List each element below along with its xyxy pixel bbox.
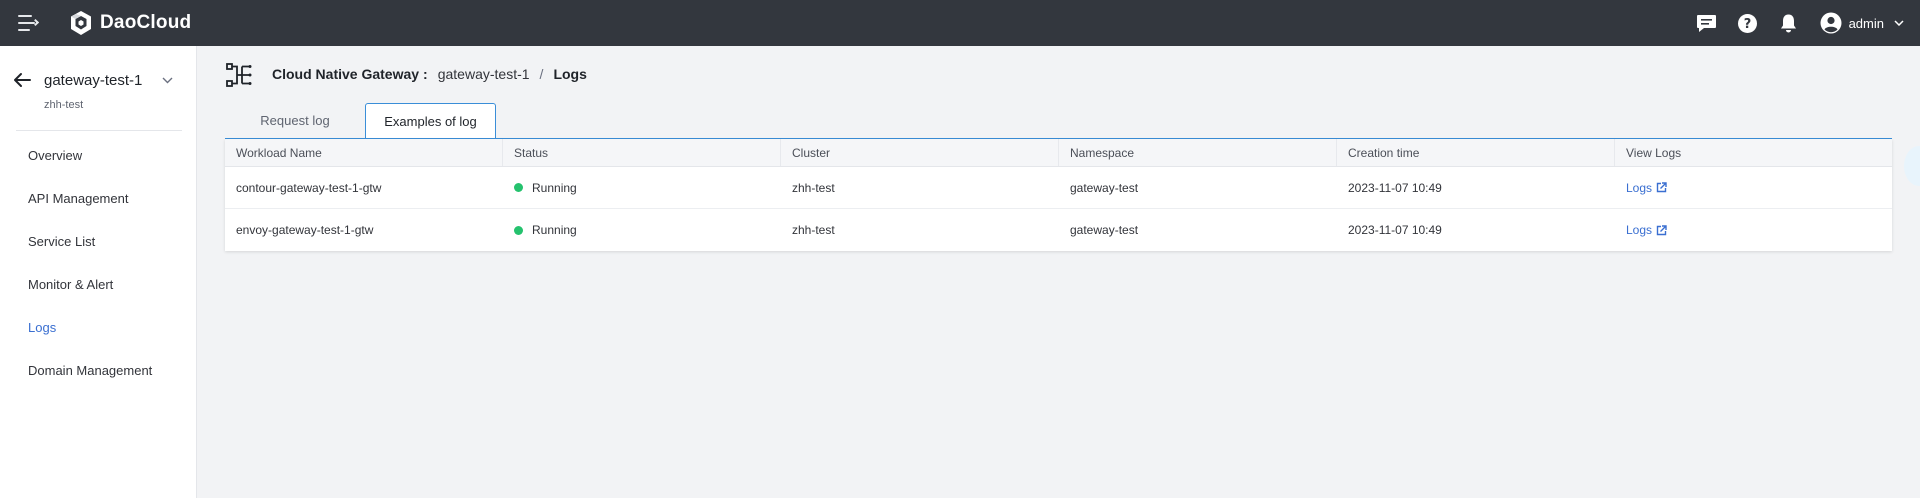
column-header-workload-name: Workload Name	[225, 139, 503, 166]
column-header-status: Status	[503, 139, 781, 166]
cell-workload-name: contour-gateway-test-1-gtw	[236, 180, 382, 195]
column-header-view-logs: View Logs	[1626, 146, 1682, 160]
external-link-icon	[1656, 224, 1667, 235]
gateway-workspace: zhh-test	[44, 99, 84, 111]
table-row: envoy-gateway-test-1-gtw Running zhh-tes…	[225, 209, 1892, 251]
workload-table: Workload Name Status Cluster Namespace C…	[225, 139, 1892, 251]
sidebar-item-domain-management[interactable]: Domain Management	[0, 349, 197, 392]
chevron-down-icon[interactable]	[162, 77, 173, 84]
tab-request-log[interactable]: Request log	[225, 103, 365, 139]
breadcrumb-colon: :	[423, 66, 428, 82]
breadcrumb-current: Logs	[553, 66, 587, 82]
floating-assistant-handle[interactable]	[1904, 146, 1920, 186]
column-header-creation-time: Creation time	[1337, 139, 1615, 166]
cell-namespace: gateway-test	[1070, 223, 1139, 237]
cell-status: Running	[503, 167, 781, 208]
gateway-name: gateway-test-1	[44, 71, 143, 89]
svg-text:?: ?	[1744, 17, 1752, 32]
breadcrumb-gateway-link[interactable]: gateway-test-1	[438, 66, 530, 82]
view-logs-label: Logs	[1626, 180, 1653, 195]
breadcrumb-separator: /	[539, 66, 544, 82]
cell-status: Running	[503, 209, 781, 251]
breadcrumb: Cloud Native Gateway : gateway-test-1 / …	[272, 66, 587, 82]
cell-view-logs: Logs	[1615, 167, 1892, 208]
status-running-dot	[514, 183, 523, 192]
status-text: Running	[532, 180, 577, 195]
sidebar-item-logs[interactable]: Logs	[0, 306, 197, 349]
daocloud-logo-icon	[71, 11, 91, 35]
table-header: Workload Name Status Cluster Namespace C…	[225, 139, 1892, 167]
view-logs-label: Logs	[1626, 223, 1653, 237]
user-avatar-icon	[1820, 12, 1842, 34]
sidebar-item-service-list[interactable]: Service List	[0, 220, 197, 263]
column-header-namespace: Namespace	[1059, 139, 1337, 166]
cell-workload-name: envoy-gateway-test-1-gtw	[236, 223, 374, 237]
top-bar: DaoCloud ? admin	[0, 0, 1920, 46]
view-logs-link[interactable]: Logs	[1626, 209, 1667, 251]
gateway-module-icon	[226, 63, 252, 87]
cell-creation-time: 2023-11-07 10:49	[1348, 180, 1442, 195]
status-running-dot	[514, 225, 523, 235]
external-link-icon	[1656, 182, 1667, 193]
message-icon[interactable]	[1695, 11, 1719, 35]
brand-name: DaoCloud	[100, 12, 192, 33]
table-row: contour-gateway-test-1-gtw Running zhh-t…	[225, 167, 1892, 209]
cell-namespace: gateway-test	[1070, 180, 1139, 195]
user-menu[interactable]: admin	[1820, 12, 1904, 34]
cell-creation-time: 2023-11-07 10:49	[1348, 223, 1442, 237]
breadcrumb-module: Cloud Native Gateway	[272, 66, 420, 82]
help-icon[interactable]: ?	[1736, 11, 1760, 35]
back-arrow-icon[interactable]	[12, 70, 32, 90]
cell-view-logs: Logs	[1615, 209, 1892, 251]
sidebar-divider	[16, 130, 182, 131]
bell-icon[interactable]	[1777, 11, 1801, 35]
log-tabs: Request log Examples of log	[225, 103, 496, 140]
user-name: admin	[1848, 15, 1884, 31]
sidebar-item-monitor-alert[interactable]: Monitor & Alert	[0, 263, 197, 306]
column-header-cluster: Cluster	[781, 139, 1059, 166]
sidebar-item-api-management[interactable]: API Management	[0, 177, 197, 220]
status-text: Running	[532, 223, 577, 237]
cell-cluster: zhh-test	[792, 180, 835, 195]
view-logs-link[interactable]: Logs	[1626, 167, 1667, 209]
brand-logo[interactable]: DaoCloud	[68, 10, 191, 36]
sidebar: gateway-test-1 zhh-test Overview API Man…	[0, 46, 197, 498]
menu-icon[interactable]	[18, 15, 40, 31]
sidebar-item-overview[interactable]: Overview	[0, 134, 197, 177]
cell-cluster: zhh-test	[792, 223, 835, 237]
chevron-down-icon	[1894, 20, 1904, 26]
sidebar-nav: Overview API Management Service List Mon…	[0, 134, 197, 392]
gateway-selector[interactable]: gateway-test-1	[12, 68, 182, 92]
tab-examples-of-log[interactable]: Examples of log	[365, 103, 496, 140]
